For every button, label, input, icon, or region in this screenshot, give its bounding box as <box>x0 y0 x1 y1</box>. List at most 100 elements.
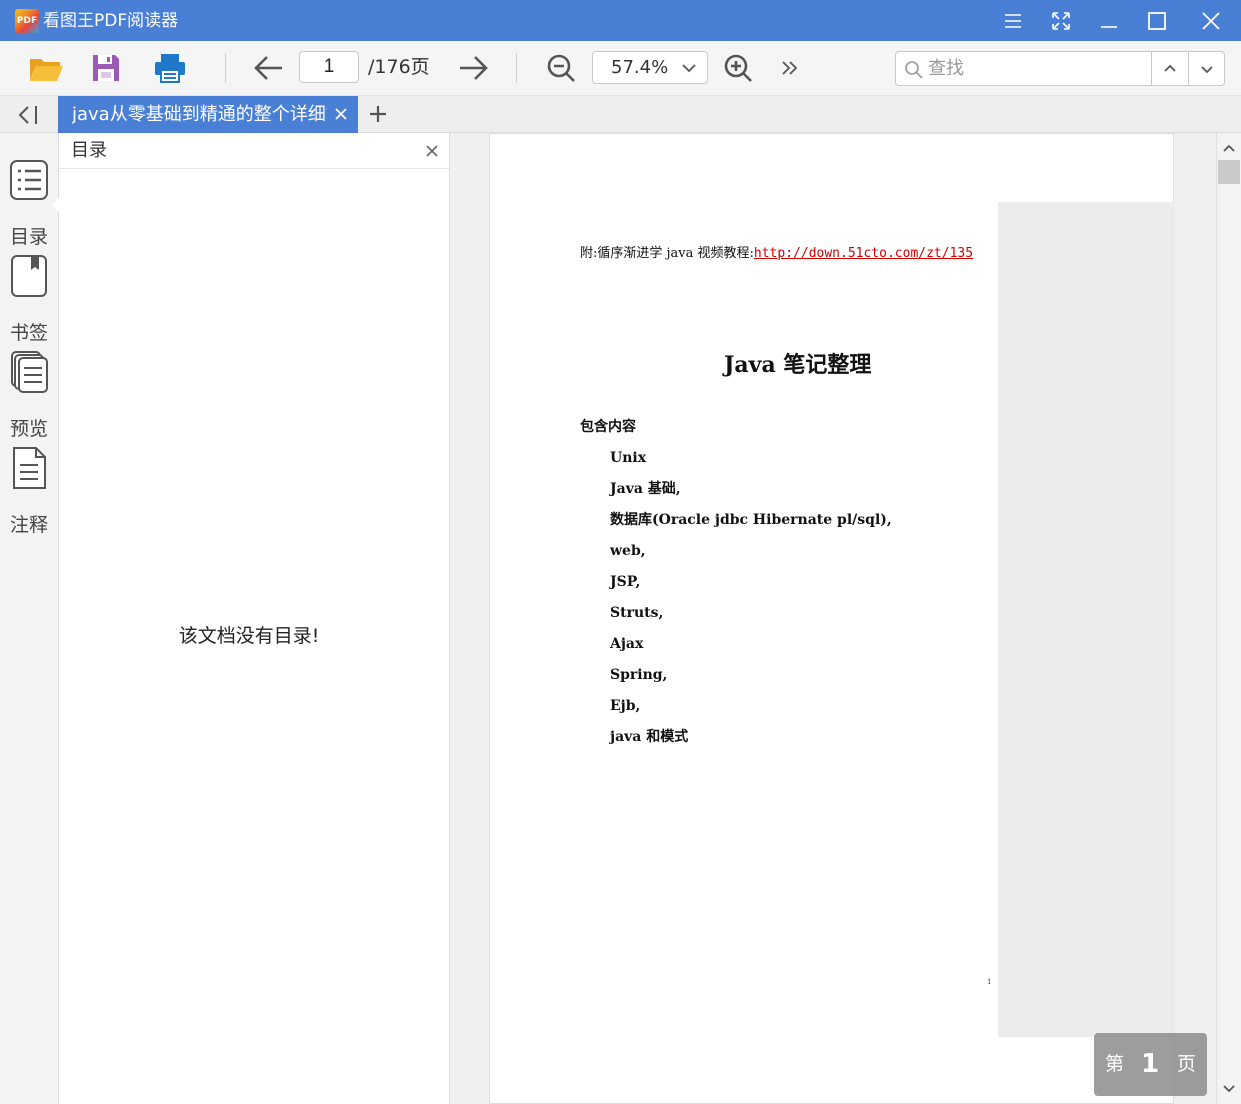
app-title: 看图王PDF阅读器 <box>43 11 179 31</box>
toolbar-separator <box>516 53 517 83</box>
print-button[interactable] <box>152 50 188 86</box>
collapse-sidebar-button[interactable] <box>14 104 42 130</box>
sidebar-item-label: 书签 <box>9 322 48 344</box>
doc-reference-link[interactable]: http://down.51cto.com/zt/135 <box>754 246 973 261</box>
next-page-button[interactable] <box>455 50 491 86</box>
fullscreen-icon <box>1052 11 1070 30</box>
more-tools-button[interactable] <box>772 50 808 86</box>
close-icon[interactable] <box>425 144 439 158</box>
zoom-out-icon <box>547 54 575 82</box>
sidebar-item-bookmarks[interactable]: 书签 <box>0 255 58 345</box>
save-icon <box>93 55 119 81</box>
chevron-down-icon <box>1223 1085 1235 1093</box>
page-shaded-area <box>998 202 1175 1037</box>
scroll-up-button[interactable] <box>1217 138 1241 158</box>
sidebar-item-label: 注释 <box>9 514 48 536</box>
list-item: Ejb, <box>610 698 641 714</box>
list-item: Java 基础, <box>610 481 681 497</box>
zoom-value: 57.4% <box>611 57 669 78</box>
page-number-input[interactable] <box>299 51 359 83</box>
toc-panel: 目录 该文档没有目录! <box>59 133 450 1104</box>
plus-icon <box>370 106 386 122</box>
vertical-scrollbar[interactable] <box>1216 133 1241 1104</box>
zoom-out-button[interactable] <box>543 50 579 86</box>
list-item: Struts, <box>610 605 664 621</box>
maximize-icon <box>1148 11 1166 30</box>
menu-button[interactable] <box>989 0 1037 41</box>
add-tab-button[interactable] <box>368 104 388 128</box>
toc-header: 目录 <box>59 133 449 169</box>
scroll-down-button[interactable] <box>1217 1079 1241 1099</box>
maximize-button[interactable] <box>1133 0 1181 41</box>
tab-document[interactable]: java从零基础到精通的整个详细笔记 <box>58 96 358 133</box>
page-footer-number: 1 <box>987 978 992 986</box>
sidebar-item-annotations[interactable]: 注释 <box>0 447 58 537</box>
document-viewer[interactable]: 附:循序渐进学 java 视频教程:http://down.51cto.com/… <box>450 133 1216 1104</box>
list-item: Unix <box>610 450 647 466</box>
toc-title: 目录 <box>71 140 107 161</box>
open-file-button[interactable] <box>28 50 64 86</box>
sidebar: 目录 书签 预览 注释 <box>0 133 60 1104</box>
search-input[interactable] <box>928 55 1148 82</box>
title-bar: PDF 看图王PDF阅读器 <box>0 0 1241 41</box>
minimize-icon <box>1101 25 1117 28</box>
tab-bar: java从零基础到精通的整个详细笔记 <box>0 96 1241 133</box>
collapse-left-icon <box>18 106 37 124</box>
toc-empty-message: 该文档没有目录! <box>178 625 320 647</box>
document-page: 附:循序渐进学 java 视频教程:http://down.51cto.com/… <box>489 133 1175 1104</box>
sidebar-item-preview[interactable]: 预览 <box>0 351 58 441</box>
bookmark-icon <box>11 255 47 297</box>
list-item: Spring, <box>610 667 668 683</box>
sidebar-item-label: 预览 <box>9 418 48 440</box>
folder-open-icon <box>30 59 63 81</box>
chevron-up-icon <box>1223 144 1235 152</box>
page-indicator-suffix: 页 <box>1177 1053 1197 1075</box>
list-item: Ajax <box>610 636 644 652</box>
annotation-icon <box>13 447 46 489</box>
search-box <box>895 51 1225 86</box>
sidebar-item-toc[interactable]: 目录 <box>0 159 60 249</box>
minimize-button[interactable] <box>1085 0 1133 41</box>
doc-reference-line: 附:循序渐进学 java 视频教程:http://down.51cto.com/… <box>580 244 973 264</box>
toolbar-separator <box>225 53 226 83</box>
search-icon <box>905 61 923 79</box>
menu-icon <box>1005 13 1021 28</box>
page-indicator-number: 1 <box>1140 1049 1160 1079</box>
scroll-thumb[interactable] <box>1218 160 1240 184</box>
close-window-button[interactable] <box>1187 0 1235 41</box>
chevron-down-icon <box>1201 65 1213 73</box>
print-icon <box>155 54 185 83</box>
previous-page-button[interactable] <box>251 50 287 86</box>
more-icon <box>782 61 798 75</box>
chevron-down-icon <box>682 64 696 73</box>
pdf-reader-window: PDF 看图王PDF阅读器 /176 <box>0 0 1241 1104</box>
list-item: java 和模式 <box>610 729 689 745</box>
list-item: JSP, <box>610 574 641 590</box>
doc-heading: Java 笔记整理 <box>724 352 872 378</box>
page-indicator-prefix: 第 <box>1105 1053 1125 1075</box>
sidebar-item-label: 目录 <box>9 226 48 248</box>
toc-list-icon <box>10 160 48 200</box>
arrow-left-icon <box>254 56 282 80</box>
zoom-select[interactable]: 57.4% <box>592 51 708 84</box>
list-item: web, <box>610 543 646 559</box>
search-previous-button[interactable] <box>1151 52 1188 85</box>
doc-reference-text: 附:循序渐进学 java 视频教程: <box>580 246 754 261</box>
zoom-in-button[interactable] <box>720 50 756 86</box>
thumbnails-icon <box>11 351 48 393</box>
chevron-up-icon <box>1164 64 1176 72</box>
save-button[interactable] <box>88 50 124 86</box>
search-next-button[interactable] <box>1188 52 1225 85</box>
page-indicator-badge: 第 1 页 <box>1094 1033 1207 1096</box>
tab-document-label: java从零基础到精通的整个详细笔记 <box>72 104 327 125</box>
close-icon <box>1202 11 1220 30</box>
close-icon[interactable] <box>334 107 348 121</box>
toolbar: /176页 57.4% <box>0 41 1241 96</box>
doc-intro: 包含内容 <box>580 419 636 435</box>
zoom-in-icon <box>724 54 752 82</box>
list-item: 数据库(Oracle jdbc Hibernate pl/sql), <box>610 512 892 528</box>
page-total-label: /176页 <box>368 56 430 78</box>
arrow-right-icon <box>460 56 488 80</box>
fullscreen-button[interactable] <box>1037 0 1085 41</box>
app-logo-icon: PDF <box>15 9 39 33</box>
